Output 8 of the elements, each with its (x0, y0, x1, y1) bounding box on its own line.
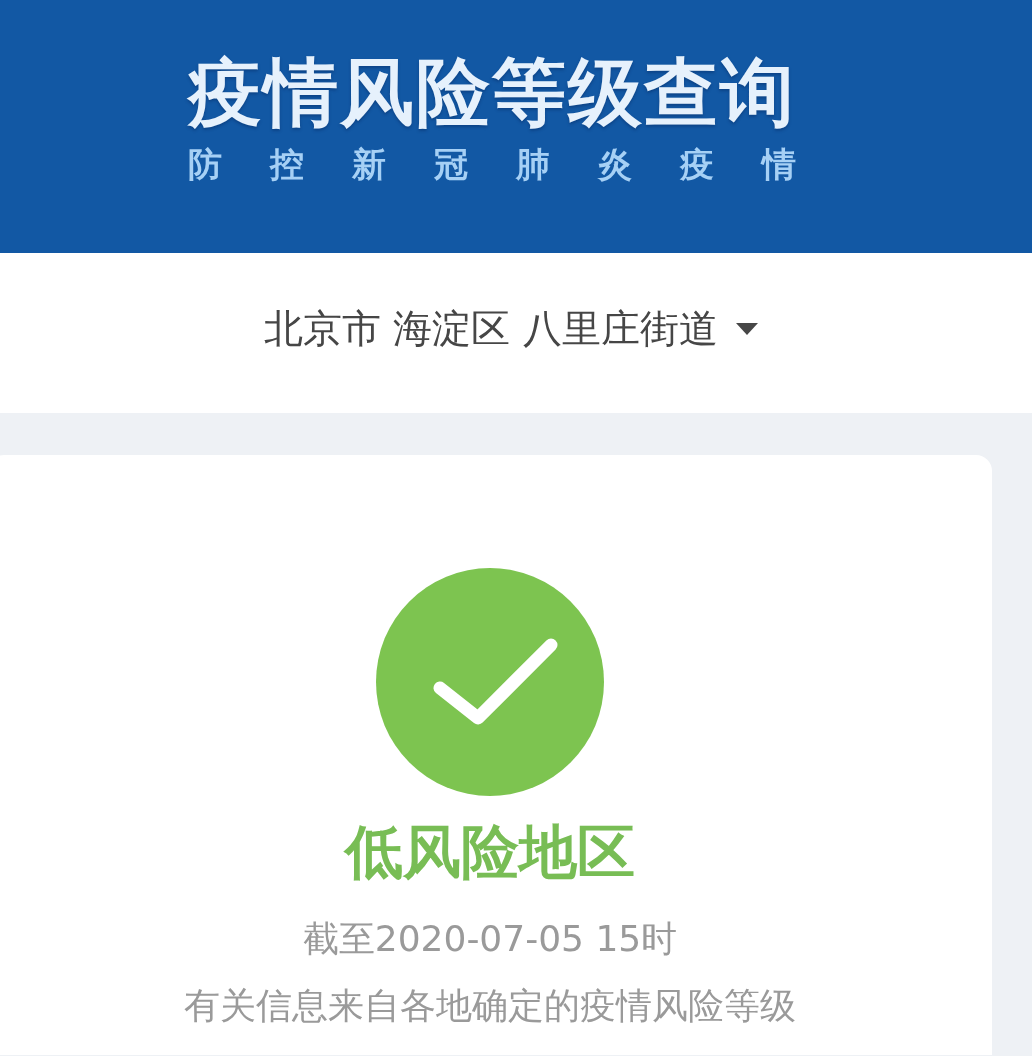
risk-level-label: 低风险地区 (345, 818, 635, 888)
location-dropdown[interactable]: 北京市 海淀区 八里庄街道 (264, 305, 758, 353)
source-note: 有关信息来自各地确定的疫情风险等级 (184, 983, 796, 1027)
update-time: 截至2020-07-05 15时 (302, 916, 678, 960)
page-title: 疫情风险等级查询 (188, 55, 796, 129)
caret-icon (735, 323, 758, 335)
page-subtitle: 防控新冠肺炎疫情 (188, 147, 844, 181)
check-circle-icon (376, 568, 604, 796)
